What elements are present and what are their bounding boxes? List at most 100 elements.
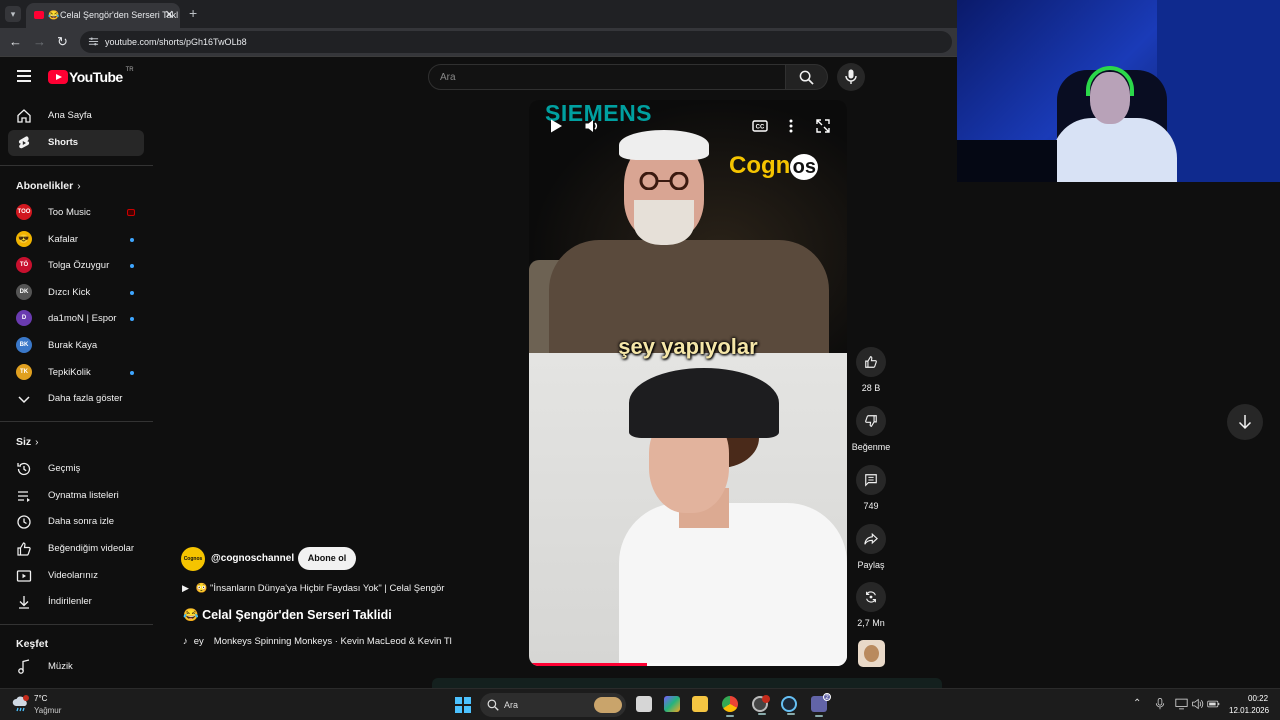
windows-start-icon[interactable] bbox=[455, 697, 471, 713]
show-more-button[interactable]: Daha fazla göster bbox=[8, 386, 144, 412]
chrome-icon[interactable] bbox=[722, 696, 738, 717]
dislike-action[interactable]: Beğenme bbox=[851, 406, 891, 452]
sidebar-item-label: Too Music bbox=[48, 207, 91, 218]
chevron-right-icon: › bbox=[77, 181, 81, 192]
playlist-link[interactable]: ▶ 😳 "İnsanların Dünya'ya Hiçbir Faydası … bbox=[182, 583, 444, 594]
forward-button[interactable]: → bbox=[33, 34, 46, 50]
file-explorer-icon[interactable] bbox=[692, 696, 708, 712]
reload-button[interactable]: ↻ bbox=[57, 34, 68, 50]
youtube-favicon-icon bbox=[34, 11, 44, 19]
app-icon[interactable] bbox=[752, 695, 770, 715]
man-hair bbox=[619, 130, 709, 160]
sidebar-item-daimon-espor[interactable]: D da1moN | Espor bbox=[8, 306, 144, 332]
new-content-dot bbox=[130, 371, 134, 375]
sidebar-item-label: Dızcı Kick bbox=[48, 287, 91, 298]
teams-icon[interactable]: 2 bbox=[811, 693, 831, 717]
remix-button[interactable] bbox=[856, 582, 886, 612]
clock-time[interactable]: 00:22 bbox=[1248, 694, 1268, 703]
more-options-icon[interactable] bbox=[783, 118, 799, 134]
progress-bar[interactable] bbox=[529, 663, 847, 666]
tab-search-button[interactable]: ▾ bbox=[5, 6, 21, 22]
video-frame-interview: SIEMENS Cogn os bbox=[529, 100, 847, 353]
copilot-icon[interactable] bbox=[664, 696, 680, 712]
sidebar-item-watch-later[interactable]: Daha sonra izle bbox=[8, 509, 144, 535]
back-button[interactable]: ← bbox=[9, 34, 22, 50]
voice-search-button[interactable] bbox=[837, 63, 865, 91]
video-title[interactable]: 😂 Celal Şengör'den Serseri Taklidi bbox=[183, 608, 392, 623]
sidebar-item-tolga-ozuygur[interactable]: TÖ Tolga Özuygur bbox=[8, 253, 144, 279]
battery-icon[interactable] bbox=[1207, 698, 1220, 710]
sidebar-item-liked-videos[interactable]: Beğendiğim videolar bbox=[8, 536, 144, 562]
sidebar-item-kafalar[interactable]: 😎 Kafalar bbox=[8, 227, 144, 253]
weather-rain-icon[interactable] bbox=[12, 695, 30, 713]
channel-avatar[interactable]: Cognos bbox=[181, 547, 205, 571]
browser-toolbar: ← → ↻ youtube.com/shorts/pGh16TwOLb8 bbox=[0, 28, 957, 56]
music-icon bbox=[18, 659, 30, 674]
play-icon[interactable] bbox=[548, 118, 564, 134]
new-content-dot bbox=[130, 264, 134, 268]
playlist-title: "İnsanların Dünya'ya Hiçbir Faydası Yok"… bbox=[210, 583, 445, 594]
microphone-icon[interactable] bbox=[1155, 698, 1165, 710]
site-settings-icon[interactable] bbox=[88, 36, 99, 47]
tab-close-icon[interactable]: ✕ bbox=[165, 8, 174, 22]
sidebar-item-label: Tolga Özuygur bbox=[48, 260, 110, 271]
sidebar-item-playlists[interactable]: Oynatma listeleri bbox=[8, 483, 144, 509]
menu-icon[interactable] bbox=[17, 70, 31, 82]
title-emoji: 😂 bbox=[183, 608, 199, 622]
like-action[interactable]: 28 B bbox=[851, 347, 891, 393]
speaker-icon[interactable] bbox=[1191, 698, 1204, 710]
music-note-icon: ♪ bbox=[183, 636, 188, 647]
search-highlight-icon bbox=[594, 697, 622, 713]
sidebar-item-dizci-kick[interactable]: DK Dızcı Kick bbox=[8, 280, 144, 306]
channel-avatar: DK bbox=[16, 284, 32, 300]
you-header[interactable]: Siz › bbox=[16, 436, 39, 448]
svg-text:CC: CC bbox=[756, 125, 765, 131]
new-tab-button[interactable]: + bbox=[189, 5, 197, 21]
sidebar-item-music[interactable]: Müzik bbox=[8, 654, 144, 680]
shorts-player[interactable]: SIEMENS Cogn os şey yapıyolar CC bbox=[529, 100, 847, 666]
channel-name[interactable]: @cognoschannel bbox=[211, 553, 294, 564]
sidebar-item-tepkikolik[interactable]: TK TepkiKolik bbox=[8, 360, 144, 386]
comments-button[interactable] bbox=[856, 465, 886, 495]
browser-tab[interactable]: 😂 Celal Şengör'den Serseri Takl ✕ bbox=[26, 3, 180, 28]
play-triangle-icon: ▶ bbox=[182, 583, 189, 593]
sidebar-item-history[interactable]: Geçmiş bbox=[8, 456, 144, 482]
sidebar-item-downloads[interactable]: İndirilenler bbox=[8, 589, 144, 615]
search-input[interactable]: Ara bbox=[428, 64, 786, 90]
music-link[interactable]: ♪ ey Monkeys Spinning Monkeys · Kevin MacL… bbox=[183, 636, 483, 647]
remix-action[interactable]: 2,7 Mn bbox=[851, 582, 891, 628]
fullscreen-icon[interactable] bbox=[815, 118, 831, 134]
comments-action[interactable]: 749 bbox=[851, 465, 891, 511]
taskbar-search[interactable]: Ara bbox=[480, 693, 626, 717]
like-button[interactable] bbox=[856, 347, 886, 377]
search-icon bbox=[487, 699, 499, 711]
share-action[interactable]: Paylaş bbox=[851, 524, 891, 570]
sidebar-item-shorts[interactable]: Shorts bbox=[8, 130, 144, 156]
man-beard bbox=[634, 200, 694, 245]
sidebar-item-burak-kaya[interactable]: BK Burak Kaya bbox=[8, 333, 144, 359]
youtube-logo[interactable]: YouTube TR bbox=[48, 67, 134, 85]
channel-avatar: TOO bbox=[16, 204, 32, 220]
steam-icon[interactable] bbox=[781, 696, 797, 715]
clock-date[interactable]: 12.01.2026 bbox=[1229, 706, 1269, 715]
subscribe-button[interactable]: Abone ol bbox=[298, 547, 356, 570]
search-button[interactable] bbox=[786, 64, 828, 90]
subscriptions-header[interactable]: Abonelikler › bbox=[16, 180, 81, 192]
chevron-up-icon[interactable]: ⌃ bbox=[1133, 698, 1141, 709]
dislike-label: Beğenme bbox=[851, 442, 891, 452]
next-short-button[interactable] bbox=[1227, 404, 1263, 440]
sidebar-item-your-videos[interactable]: Videolarınız bbox=[8, 563, 144, 589]
chevron-down-icon bbox=[18, 396, 30, 404]
dislike-button[interactable] bbox=[856, 406, 886, 436]
address-bar[interactable]: youtube.com/shorts/pGh16TwOLb8 bbox=[80, 31, 952, 53]
taskbar: 7°C Yağmur Ara 2 ⌃ 00:22 12.01.2026 bbox=[0, 688, 1280, 720]
volume-icon[interactable] bbox=[584, 118, 600, 134]
sound-thumbnail[interactable] bbox=[858, 640, 885, 667]
captions-icon[interactable]: CC bbox=[752, 118, 768, 134]
network-icon[interactable] bbox=[1175, 698, 1188, 710]
task-view-icon[interactable] bbox=[636, 696, 652, 712]
share-button[interactable] bbox=[856, 524, 886, 554]
channel-avatar: 😎 bbox=[16, 231, 32, 247]
sidebar-item-home[interactable]: Ana Sayfa bbox=[8, 103, 144, 129]
sidebar-item-too-music[interactable]: TOO Too Music bbox=[8, 200, 144, 226]
